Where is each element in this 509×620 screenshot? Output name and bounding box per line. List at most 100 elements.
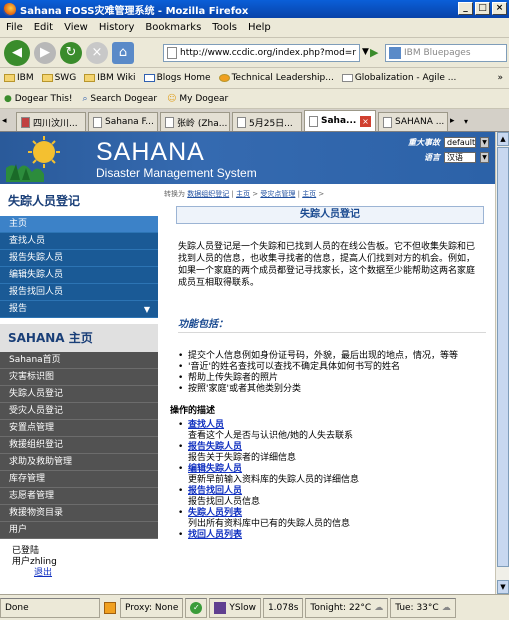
logout-link[interactable]: 退出 bbox=[12, 568, 52, 578]
login-status: 已登陆 bbox=[12, 546, 40, 556]
scroll-up-icon[interactable]: ▲ bbox=[497, 132, 509, 146]
menu-history[interactable]: History bbox=[99, 22, 135, 33]
sidebar-item-reports[interactable]: 报告 ▼ bbox=[0, 301, 158, 318]
sidebar-item-report-found[interactable]: 报告找回人员 bbox=[0, 284, 158, 301]
url-bar[interactable]: http://www.ccdic.org/index.php?mod=r bbox=[163, 44, 360, 62]
list-item: 提交个人信息例如身份证号码，外貌，最后出现的地点，情况，等等 bbox=[178, 351, 468, 362]
sahana-logo-icon bbox=[6, 136, 60, 182]
sidebar-item-sahana-home[interactable]: Sahana首页 bbox=[0, 352, 158, 369]
cloud-icon: ☁ bbox=[441, 602, 451, 613]
tab-3[interactable]: 张岭 (Zha... bbox=[160, 112, 230, 131]
menu-tools[interactable]: Tools bbox=[212, 22, 237, 33]
sidebar-item-catalog[interactable]: 救援物资目录 bbox=[0, 505, 158, 522]
window-titlebar: Sahana FOSS灾难管理系统 - Mozilla Firefox _ □ … bbox=[0, 0, 509, 18]
search-dogear[interactable]: ⌕ Search Dogear bbox=[83, 94, 158, 104]
list-item: 编辑失踪人员更新早前输入资料库的失踪人员的详细信息 bbox=[178, 464, 495, 486]
list-item: 报告找回人员报告找回人员信息 bbox=[178, 486, 495, 508]
reload-icon[interactable]: ↻ bbox=[60, 41, 82, 64]
brand-subtitle: Disaster Management System bbox=[96, 166, 257, 180]
tab-close-icon[interactable]: × bbox=[360, 115, 371, 127]
language-select[interactable]: 汉语 bbox=[444, 152, 476, 163]
list-item: 查找人员查看这个人是否与认识他/她的人失去联系 bbox=[178, 420, 495, 442]
main-menu-title: SAHANA 主页 bbox=[0, 324, 158, 352]
dogear-icon: ● bbox=[4, 93, 12, 104]
login-box: 已登陆 用户zhling 退出 bbox=[0, 539, 158, 579]
menu-edit[interactable]: Edit bbox=[34, 22, 53, 33]
folder-icon bbox=[84, 73, 96, 82]
op-report-found-link[interactable]: 报告找回人员 bbox=[188, 486, 495, 497]
incident-select[interactable]: default bbox=[444, 137, 476, 148]
sidebar-item-org-registry[interactable]: 救援组织登记 bbox=[0, 437, 158, 454]
sidebar-item-search-person[interactable]: 查找人员 bbox=[0, 233, 158, 250]
bookmark-ibm-wiki[interactable]: IBM Wiki bbox=[84, 73, 136, 83]
sidebar-item-volunteers[interactable]: 志愿者管理 bbox=[0, 488, 158, 505]
forward-icon[interactable]: ▶ bbox=[34, 41, 56, 64]
sidebar-item-missing-registry[interactable]: 失踪人员登记 bbox=[0, 386, 158, 403]
breadcrumb-link[interactable]: 主页 bbox=[236, 190, 250, 198]
language-selector: 语言 汉语 ▼ bbox=[424, 152, 489, 163]
bookmark-technical-leadership[interactable]: Technical Leadership... bbox=[218, 73, 334, 83]
incident-label: 重大事故 bbox=[408, 138, 440, 147]
tab-6[interactable]: SAHANA ... bbox=[378, 112, 448, 131]
edit-icon[interactable] bbox=[102, 598, 118, 618]
yslow-icon bbox=[214, 601, 227, 614]
maximize-button[interactable]: □ bbox=[475, 2, 490, 15]
sidebar-item-request-aid[interactable]: 求助及救助管理 bbox=[0, 454, 158, 471]
tab-5-active[interactable]: Saha... × bbox=[304, 110, 376, 131]
scroll-down-icon[interactable]: ▼ bbox=[497, 580, 509, 594]
go-icon[interactable]: ▶ bbox=[370, 46, 378, 59]
menu-file[interactable]: File bbox=[6, 22, 23, 33]
breadcrumb-link[interactable]: 受灾点管理 bbox=[260, 190, 295, 198]
menu-help[interactable]: Help bbox=[248, 22, 271, 33]
sidebar-item-victim-registry[interactable]: 受灾人员登记 bbox=[0, 403, 158, 420]
stop-icon[interactable]: × bbox=[86, 41, 108, 64]
sidebar-item-disaster-map[interactable]: 灾害标识图 bbox=[0, 369, 158, 386]
home-icon[interactable]: ⌂ bbox=[112, 41, 134, 64]
chevron-down-icon: ▼ bbox=[143, 305, 150, 314]
search-input[interactable]: IBM Bluepages bbox=[385, 44, 507, 62]
brand-name: SAHANA bbox=[96, 138, 205, 166]
bookmark-blogs-home[interactable]: Blogs Home bbox=[143, 73, 211, 83]
back-icon[interactable]: ◀ bbox=[4, 39, 30, 66]
bookmark-swg[interactable]: SWG bbox=[41, 73, 76, 83]
op-report-missing-link[interactable]: 报告失踪人员 bbox=[188, 442, 495, 453]
op-search-link[interactable]: 查找人员 bbox=[188, 420, 495, 431]
tab-favicon bbox=[93, 116, 102, 128]
chevron-down-icon[interactable]: ▼ bbox=[480, 137, 489, 148]
sidebar-item-inventory[interactable]: 库存管理 bbox=[0, 471, 158, 488]
menu-bookmarks[interactable]: Bookmarks bbox=[145, 22, 201, 33]
proxy-status[interactable]: Proxy: None bbox=[120, 597, 184, 618]
breadcrumb-link[interactable]: 主页 bbox=[302, 190, 316, 198]
sidebar-item-home[interactable]: 主页 bbox=[0, 216, 158, 233]
bookmark-globalization[interactable]: Globalization - Agile ... bbox=[341, 73, 456, 83]
yslow-status[interactable]: YSlow bbox=[209, 597, 261, 618]
menu-view[interactable]: View bbox=[64, 22, 88, 33]
tab-1[interactable]: 四川汶川... bbox=[16, 112, 86, 131]
more-bookmarks-icon[interactable]: » bbox=[497, 73, 509, 83]
search-engine-icon[interactable] bbox=[389, 47, 401, 59]
sidebar-item-edit-missing[interactable]: 编辑失踪人员 bbox=[0, 267, 158, 284]
my-dogear[interactable]: ☺ My Dogear bbox=[167, 94, 228, 104]
sidebar-item-report-missing[interactable]: 报告失踪人员 bbox=[0, 250, 158, 267]
sidebar-item-shelter[interactable]: 安置点管理 bbox=[0, 420, 158, 437]
dropdown-icon[interactable]: ▼ bbox=[362, 47, 369, 57]
tab-list-icon[interactable]: ▾ bbox=[464, 112, 478, 131]
tab-2[interactable]: Sahana F... bbox=[88, 112, 158, 131]
tab-scroll-left-icon[interactable]: ◂ bbox=[2, 112, 14, 131]
page-icon bbox=[167, 47, 177, 59]
op-edit-missing-link[interactable]: 编辑失踪人员 bbox=[188, 464, 495, 475]
minimize-button[interactable]: _ bbox=[458, 2, 473, 15]
status-done: Done bbox=[0, 597, 100, 618]
bookmark-ibm[interactable]: IBM bbox=[4, 73, 34, 83]
breadcrumb-link[interactable]: 数据组织登记 bbox=[187, 190, 229, 198]
chevron-down-icon[interactable]: ▼ bbox=[480, 152, 489, 163]
tab-scroll-right-icon[interactable]: ▸ bbox=[450, 112, 462, 131]
tab-4[interactable]: 5月25日... bbox=[232, 112, 302, 131]
op-found-list-link[interactable]: 找回人员列表 bbox=[188, 530, 495, 541]
scroll-thumb[interactable] bbox=[497, 147, 509, 567]
vertical-scrollbar[interactable]: ▲ ▼ bbox=[495, 132, 509, 594]
sidebar-item-users[interactable]: 用户 bbox=[0, 522, 158, 539]
op-missing-list-link[interactable]: 失踪人员列表 bbox=[188, 508, 495, 519]
dogear-this[interactable]: ● Dogear This! bbox=[4, 94, 73, 104]
close-button[interactable]: × bbox=[492, 2, 507, 15]
